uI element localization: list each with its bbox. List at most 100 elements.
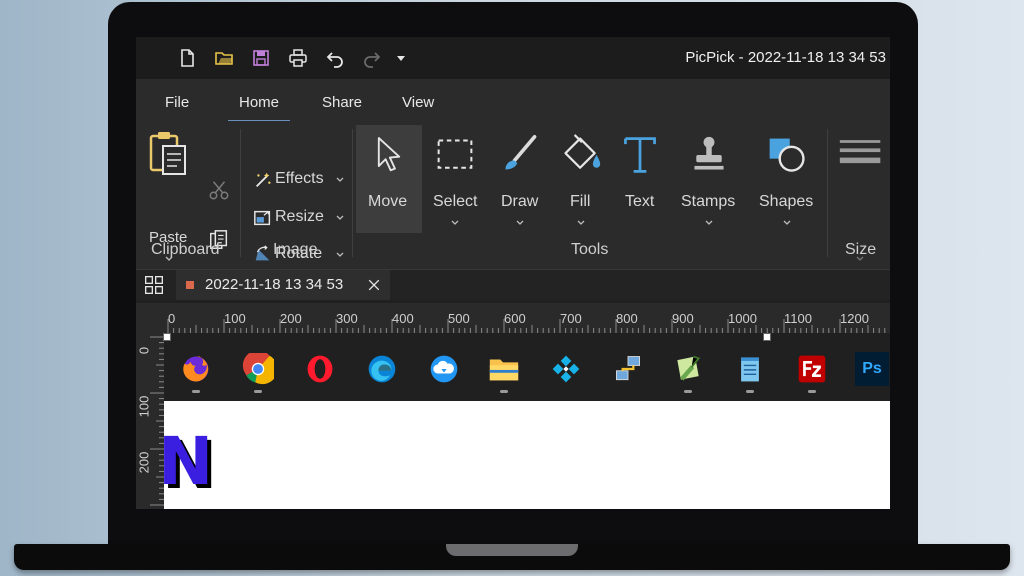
canvas-image-area[interactable] bbox=[164, 401, 890, 509]
laptop-notch bbox=[446, 544, 578, 556]
grid-view-icon[interactable] bbox=[142, 273, 166, 297]
window-title: PicPick - 2022-11-18 13 34 53 bbox=[685, 49, 886, 66]
ruler-tick-label: 700 bbox=[560, 311, 582, 326]
new-file-icon[interactable] bbox=[176, 47, 198, 69]
chevron-down-icon bbox=[705, 220, 713, 225]
tab-view[interactable]: View bbox=[402, 94, 434, 111]
customize-dropdown-icon[interactable] bbox=[390, 47, 412, 69]
ruler-tick-label: 800 bbox=[616, 311, 638, 326]
effects-button[interactable]: Effects bbox=[275, 170, 324, 188]
select-rectangle-icon bbox=[433, 133, 477, 177]
running-indicator bbox=[684, 390, 692, 393]
ruler-tick-label: 200 bbox=[136, 451, 152, 474]
running-indicator bbox=[500, 390, 508, 393]
edge-icon bbox=[364, 351, 400, 387]
print-icon[interactable] bbox=[287, 47, 309, 69]
cloud-app-icon bbox=[426, 351, 462, 387]
tool-fill[interactable]: Fill bbox=[554, 125, 608, 233]
resize-button[interactable]: Resize bbox=[275, 208, 324, 226]
tool-label: Move bbox=[368, 193, 408, 210]
cut-icon[interactable] bbox=[206, 177, 232, 203]
ruler-tick-label: 100 bbox=[224, 311, 246, 326]
notepad-icon bbox=[732, 351, 768, 387]
running-indicator bbox=[254, 390, 262, 393]
paste-icon[interactable] bbox=[146, 129, 192, 179]
corner-logo: N N bbox=[158, 423, 228, 500]
line-width-icon[interactable] bbox=[836, 135, 886, 171]
tool-label: Text bbox=[625, 193, 655, 210]
ruler-tick-label: 600 bbox=[504, 311, 526, 326]
text-t-icon bbox=[618, 131, 662, 179]
document-tab-bar: 2022-11-18 13 34 53 bbox=[136, 269, 890, 300]
firefox-icon bbox=[178, 351, 214, 387]
running-indicator bbox=[808, 390, 816, 393]
tool-label: Stamps bbox=[681, 193, 736, 210]
effects-icon[interactable] bbox=[252, 169, 274, 191]
tab-home[interactable]: Home bbox=[227, 94, 291, 122]
chevron-down-icon bbox=[577, 220, 585, 225]
ruler-tick-label: 0 bbox=[168, 311, 176, 326]
opera-icon bbox=[302, 351, 338, 387]
paint-bucket-icon bbox=[558, 131, 604, 179]
tool-move[interactable]: Move bbox=[356, 125, 422, 233]
tool-draw[interactable]: Draw bbox=[492, 125, 548, 233]
tool-shapes[interactable]: Shapes bbox=[752, 125, 822, 233]
save-icon[interactable] bbox=[250, 47, 272, 69]
tool-label: Select bbox=[433, 193, 478, 210]
ribbon-separator bbox=[827, 129, 828, 257]
resize-icon[interactable] bbox=[252, 207, 274, 229]
tab-file[interactable]: File bbox=[165, 94, 189, 111]
move-cursor-icon bbox=[369, 131, 409, 179]
running-indicator bbox=[746, 390, 754, 393]
close-icon[interactable] bbox=[364, 275, 384, 295]
logo-letter: N bbox=[158, 423, 214, 500]
selection-handle[interactable] bbox=[763, 333, 771, 341]
tool-label: Shapes bbox=[759, 193, 814, 210]
size-group-label: Size bbox=[845, 241, 877, 258]
undo-icon[interactable] bbox=[324, 47, 346, 69]
ruler-tick-label: 1200 bbox=[840, 311, 869, 326]
brush-icon bbox=[498, 131, 542, 179]
document-tab[interactable]: 2022-11-18 13 34 53 bbox=[176, 270, 390, 300]
ruler-tick-label: 300 bbox=[336, 311, 358, 326]
clipboard-group-label: Clipboard bbox=[151, 241, 220, 258]
file-explorer-icon bbox=[486, 351, 522, 387]
chevron-down-icon[interactable] bbox=[336, 176, 344, 184]
tool-select[interactable]: Select bbox=[424, 125, 486, 233]
ribbon-separator bbox=[352, 129, 353, 257]
network-app-icon bbox=[610, 351, 646, 387]
selection-handle[interactable] bbox=[163, 333, 171, 341]
open-folder-icon[interactable] bbox=[213, 47, 235, 69]
ruler-corner bbox=[136, 303, 164, 333]
rotate-icon[interactable] bbox=[252, 243, 274, 265]
chevron-down-icon bbox=[451, 220, 459, 225]
captured-taskbar: Ps bbox=[164, 337, 890, 401]
ruler-tick-label: 100 bbox=[136, 395, 152, 418]
tools-group-label: Tools bbox=[571, 241, 609, 258]
notepadpp-icon bbox=[670, 351, 706, 387]
ruler-tick-label: 500 bbox=[448, 311, 470, 326]
ruler-tick-label: 400 bbox=[392, 311, 414, 326]
ruler-tick-label: 200 bbox=[280, 311, 302, 326]
image-group-label: Image bbox=[273, 241, 318, 258]
ruler-tick-label: 1000 bbox=[728, 311, 757, 326]
chevron-down-icon bbox=[783, 220, 791, 225]
horizontal-ruler: 0 100 200 300 400 500 600 700 800 900 1000 1100 1200 bbox=[164, 303, 890, 333]
running-indicator bbox=[192, 390, 200, 393]
tab-share[interactable]: Share bbox=[322, 94, 362, 111]
ruler-tick-label: 1100 bbox=[784, 311, 812, 326]
redo-icon[interactable] bbox=[361, 47, 383, 69]
filezilla-icon bbox=[794, 351, 830, 387]
menu-bar: File Home Share View bbox=[136, 79, 890, 122]
ribbon-separator bbox=[240, 129, 241, 257]
tool-stamps[interactable]: Stamps bbox=[676, 125, 742, 233]
tool-label: Draw bbox=[501, 193, 539, 210]
photoshop-icon: Ps bbox=[854, 351, 890, 387]
stamp-icon bbox=[687, 131, 731, 179]
kodi-icon bbox=[548, 351, 584, 387]
image-tab-marker-icon bbox=[186, 281, 194, 289]
chevron-down-icon[interactable] bbox=[336, 214, 344, 222]
chevron-down-icon[interactable] bbox=[336, 251, 344, 259]
ruler-tick-label: 0 bbox=[136, 346, 152, 355]
tool-text[interactable]: Text bbox=[614, 125, 666, 233]
